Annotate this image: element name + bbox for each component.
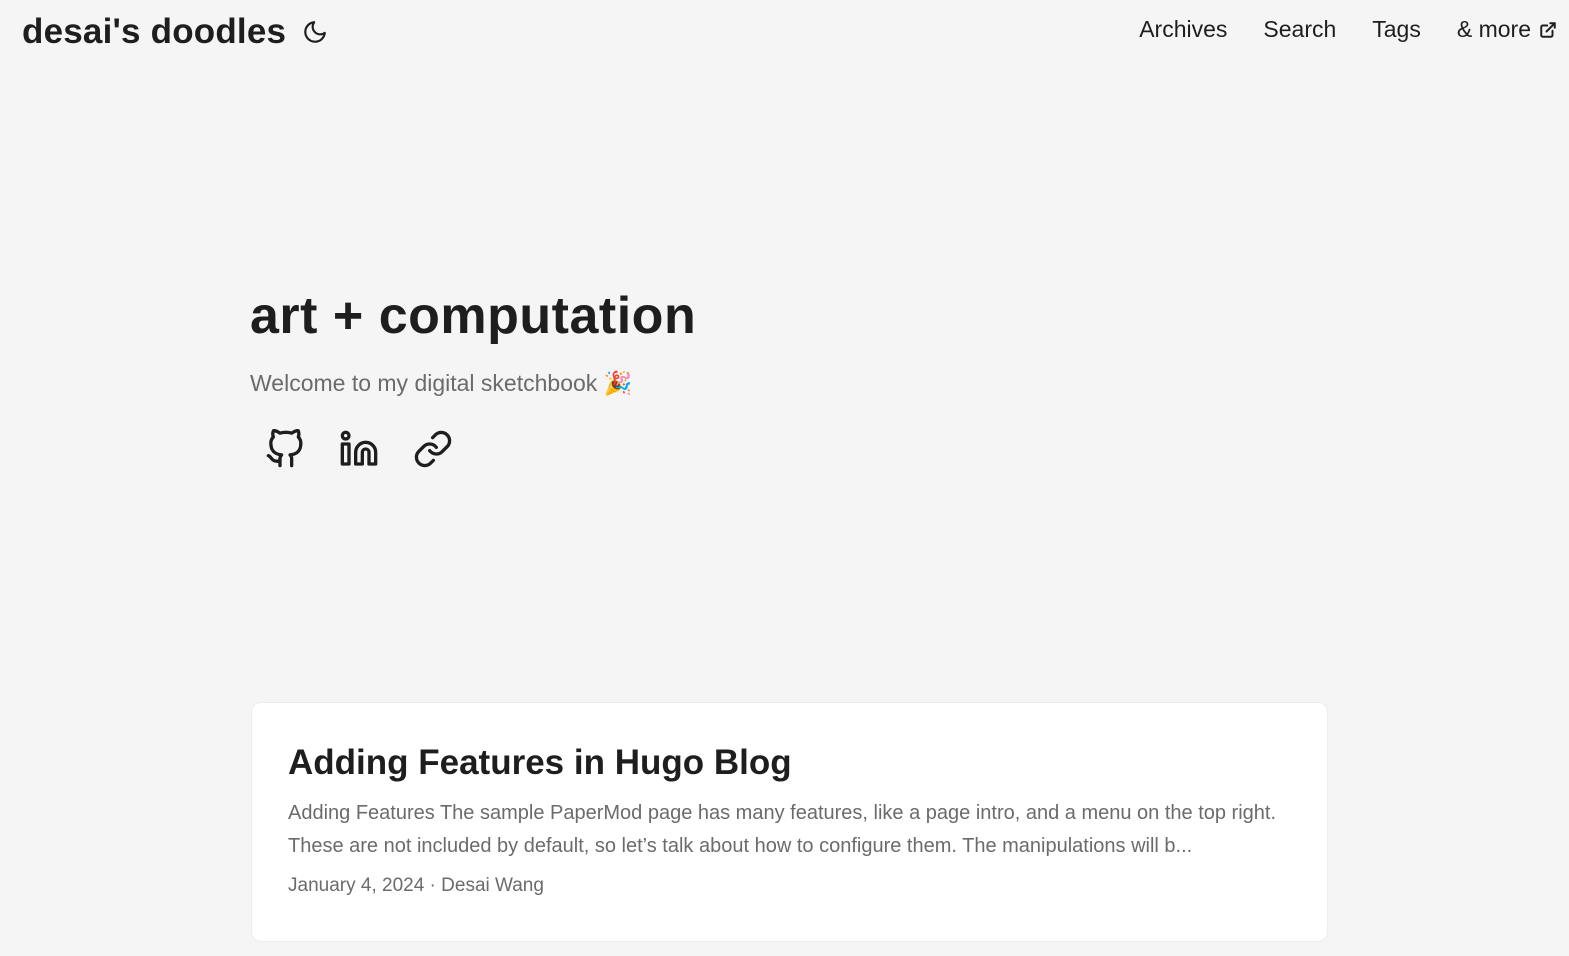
github-icon xyxy=(266,429,303,468)
moon-icon xyxy=(304,21,327,43)
main-menu: Archives Search Tags & more xyxy=(1139,16,1557,43)
post-meta: January 4, 2024 · Desai Wang xyxy=(288,875,544,896)
post-entry[interactable]: Adding Features in Hugo Blog Adding Feat… xyxy=(251,702,1328,942)
linkedin-link[interactable] xyxy=(338,427,380,471)
external-link-icon xyxy=(1540,21,1556,38)
hero-subtitle: Welcome to my digital sketchbook 🎉 xyxy=(250,370,633,396)
logo-switches: desai's doodles xyxy=(22,12,330,52)
github-link[interactable] xyxy=(264,427,306,471)
site-logo[interactable]: desai's doodles xyxy=(22,12,286,52)
social-icons xyxy=(250,427,696,471)
home-info: art + computation Welcome to my digital … xyxy=(250,286,696,471)
menu-item-search: Search xyxy=(1263,16,1336,43)
menu-link-more-label: & more xyxy=(1456,16,1531,42)
menu-item-more: & more xyxy=(1457,16,1557,43)
site-header: desai's doodles Archives Search Tags & m… xyxy=(0,0,1569,68)
linkedin-icon xyxy=(340,430,378,466)
post-summary: Adding Features The sample PaperMod page… xyxy=(288,802,1277,857)
menu-link-tags[interactable]: Tags xyxy=(1372,16,1421,43)
hero-title: art + computation xyxy=(250,287,697,345)
menu-link-search[interactable]: Search xyxy=(1263,16,1336,43)
theme-toggle-button[interactable] xyxy=(300,17,330,47)
link-icon xyxy=(414,430,452,468)
menu-link-more[interactable]: & more xyxy=(1457,16,1557,43)
post-title: Adding Features in Hugo Blog xyxy=(288,743,792,782)
menu-item-archives: Archives xyxy=(1139,16,1227,43)
menu-item-tags: Tags xyxy=(1372,16,1421,43)
website-link[interactable] xyxy=(412,427,454,471)
menu-link-archives[interactable]: Archives xyxy=(1139,16,1227,43)
